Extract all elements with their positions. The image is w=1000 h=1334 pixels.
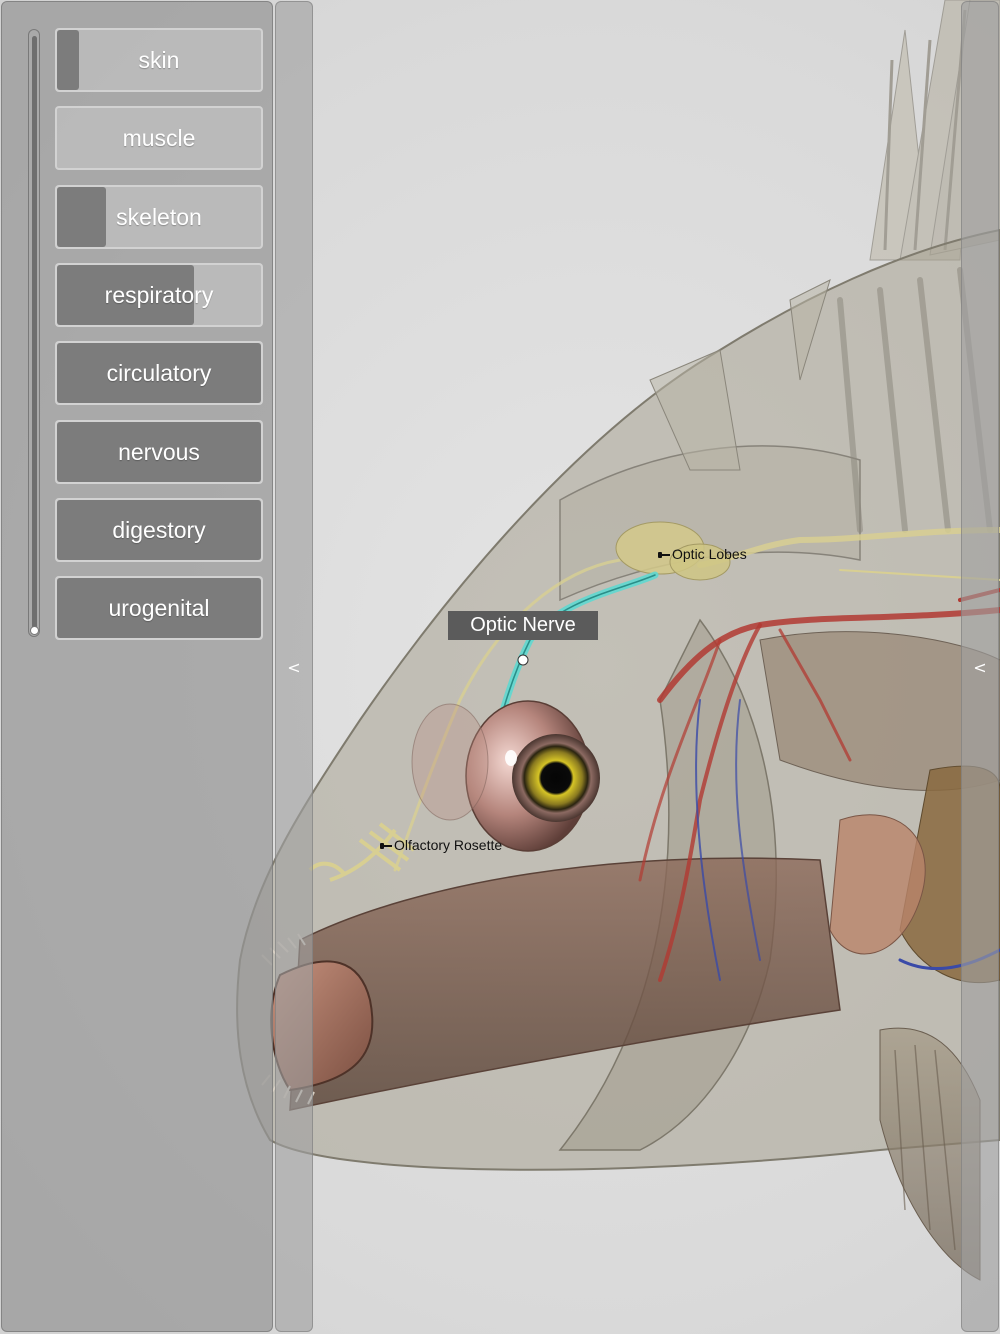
layer-button-label: respiratory [104,281,214,308]
layer-button-label: skeleton [116,203,202,230]
layer-button-skin[interactable]: skin [55,28,263,92]
layer-button-circulatory[interactable]: circulatory [55,341,263,405]
pin-icon [380,843,392,850]
chevron-left-icon: < [287,658,301,677]
collapse-left-panel-tab[interactable]: < [275,1,313,1332]
layer-button-skeleton[interactable]: skeleton [55,185,263,249]
selected-structure-callout[interactable]: Optic Nerve [448,611,598,640]
fish-body [236,228,1000,1281]
layer-button-muscle[interactable]: muscle [55,106,263,170]
layer-button-nervous[interactable]: nervous [55,420,263,484]
layer-button-label: muscle [122,124,196,151]
selection-marker[interactable] [517,654,529,666]
master-opacity-slider[interactable] [28,29,40,637]
layer-button-label: nervous [118,438,200,465]
slider-track [32,36,37,630]
layer-button-label: skin [138,46,180,73]
chevron-left-icon: < [973,658,987,677]
layer-button-digestory[interactable]: digestory [55,498,263,562]
pin-icon [658,552,670,559]
annotation-optic-lobes[interactable]: Optic Lobes [658,546,747,562]
layer-panel: skin muscle skeleton respiratory circulatory… [1,1,273,1332]
layer-button-label: circulatory [106,359,212,386]
layer-button-respiratory[interactable]: respiratory [55,263,263,327]
layer-button-label: urogenital [108,594,210,621]
annotation-olfactory-rosette[interactable]: Olfactory Rosette [380,837,502,853]
collapse-right-panel-tab[interactable]: < [961,1,999,1332]
layer-button-label: digestory [112,516,206,543]
layer-button-urogenital[interactable]: urogenital [55,576,263,640]
slider-knob[interactable] [30,626,39,635]
